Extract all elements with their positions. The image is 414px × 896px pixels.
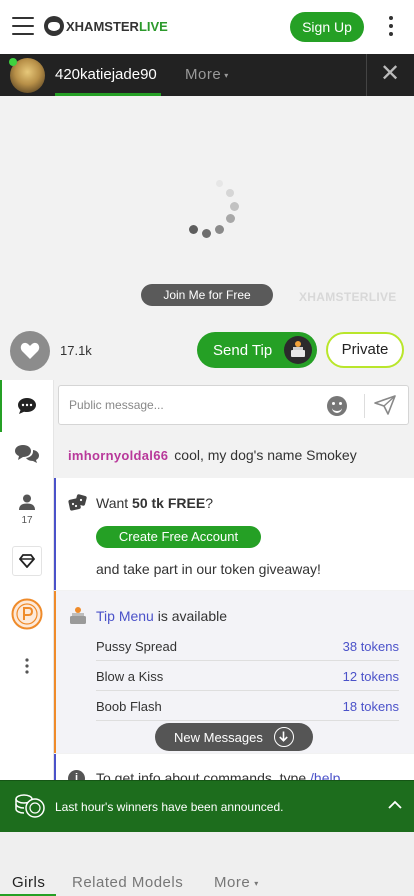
message-placeholder: Public message... bbox=[69, 398, 164, 412]
active-indicator bbox=[0, 380, 2, 432]
model-username[interactable]: 420katiejade90 bbox=[55, 66, 157, 83]
divider bbox=[364, 394, 365, 418]
winners-banner[interactable]: Last hour's winners have been announced. bbox=[0, 780, 414, 832]
help-command-link[interactable]: /help bbox=[310, 770, 340, 780]
chat-bubbles-icon bbox=[15, 445, 39, 463]
join-free-button[interactable]: Join Me for Free bbox=[141, 284, 273, 306]
tip-menu-row[interactable]: Blow a Kiss 12 tokens bbox=[96, 661, 399, 691]
chat-sidebar: 17 bbox=[0, 380, 54, 780]
loading-spinner-dot bbox=[226, 214, 235, 223]
loading-spinner-dot bbox=[216, 180, 223, 187]
sidebar-more-icon[interactable] bbox=[0, 658, 54, 676]
public-message-input[interactable]: Public message... bbox=[58, 385, 409, 425]
tip-jar-icon bbox=[70, 607, 86, 624]
hamster-logo-icon bbox=[44, 16, 64, 36]
arrow-down-icon bbox=[274, 727, 294, 747]
sidebar-item-private-chat[interactable] bbox=[0, 444, 54, 476]
caret-down-icon: ▾ bbox=[224, 70, 229, 80]
chat-bubble-icon bbox=[18, 398, 36, 414]
model-more-dropdown[interactable]: More ▾ bbox=[185, 66, 229, 83]
help-info-card: i To get info about commands, type /help bbox=[54, 754, 414, 780]
action-row: 17.1k Send Tip Private bbox=[0, 320, 414, 380]
user-icon bbox=[19, 494, 35, 510]
loading-spinner-dot bbox=[226, 189, 234, 197]
new-messages-button[interactable]: New Messages bbox=[155, 723, 313, 751]
users-count: 17 bbox=[21, 515, 33, 526]
promo-subtitle: and take part in our token giveaway! bbox=[96, 561, 321, 577]
hamburger-menu-icon[interactable] bbox=[12, 17, 34, 35]
sidebar-item-diamond[interactable] bbox=[0, 546, 54, 578]
loading-spinner-dot bbox=[189, 225, 198, 234]
loading-spinner-dot bbox=[202, 229, 211, 238]
divider bbox=[366, 54, 367, 96]
winners-text: Last hour's winners have been announced. bbox=[55, 800, 284, 814]
new-messages-label: New Messages bbox=[174, 730, 263, 745]
chat-message: imhornyoldal66 cool, my dog's name Smokey bbox=[68, 447, 357, 463]
video-watermark: XHAMSTERLIVE bbox=[299, 290, 397, 304]
tip-item-price: 12 tokens bbox=[342, 669, 399, 684]
tab-related-models[interactable]: Related Models bbox=[72, 874, 183, 891]
sidebar-item-tokens[interactable] bbox=[0, 598, 54, 630]
sidebar-item-public-chat[interactable] bbox=[0, 380, 54, 432]
coins-icon bbox=[15, 794, 45, 818]
tip-item-name: Pussy Spread bbox=[96, 639, 177, 654]
send-tip-button[interactable]: Send Tip bbox=[197, 332, 317, 368]
tip-item-name: Boob Flash bbox=[96, 699, 162, 714]
chat-text: cool, my dog's name Smokey bbox=[174, 447, 357, 463]
logo-text: XHAMSTERLIVE bbox=[66, 18, 168, 34]
send-icon[interactable] bbox=[374, 395, 396, 415]
help-info-text: To get info about commands, type /help bbox=[96, 770, 340, 780]
online-status-icon bbox=[9, 58, 17, 66]
top-header: XHAMSTERLIVE Sign Up bbox=[0, 0, 414, 54]
info-icon: i bbox=[68, 770, 85, 780]
chat-panel: Public message... imhornyoldal66 cool, my… bbox=[54, 380, 414, 780]
likes-count: 17.1k bbox=[60, 343, 92, 358]
private-show-button[interactable]: Private bbox=[326, 332, 404, 368]
tip-item-name: Blow a Kiss bbox=[96, 669, 164, 684]
tab-girls[interactable]: Girls bbox=[12, 874, 45, 891]
emoji-icon[interactable] bbox=[327, 396, 347, 416]
diamond-icon bbox=[18, 554, 36, 569]
video-player[interactable]: Join Me for Free XHAMSTERLIVE bbox=[0, 96, 414, 320]
promo-title: Want 50 tk FREE? bbox=[96, 495, 213, 511]
favorite-button[interactable] bbox=[10, 331, 50, 371]
heart-icon bbox=[20, 342, 40, 359]
free-tokens-promo: Want 50 tk FREE? Create Free Account and… bbox=[54, 478, 414, 590]
tab-more[interactable]: More ▾ bbox=[214, 874, 259, 891]
tip-jar-icon bbox=[284, 336, 312, 364]
dice-icon bbox=[68, 494, 87, 511]
send-tip-label: Send Tip bbox=[213, 342, 273, 359]
chat-username[interactable]: imhornyoldal66 bbox=[68, 448, 168, 463]
tip-item-price: 38 tokens bbox=[342, 639, 399, 654]
close-icon[interactable]: ✕ bbox=[379, 62, 401, 86]
model-bar: 420katiejade90 More ▾ ✕ bbox=[0, 54, 414, 96]
chevron-up-icon[interactable] bbox=[388, 800, 402, 810]
sidebar-item-users[interactable]: 17 bbox=[0, 494, 54, 530]
create-free-account-button[interactable]: Create Free Account bbox=[96, 526, 261, 548]
caret-down-icon: ▾ bbox=[254, 878, 259, 888]
tip-menu-row[interactable]: Pussy Spread 38 tokens bbox=[96, 631, 399, 661]
token-p-icon bbox=[11, 598, 43, 630]
site-logo[interactable]: XHAMSTERLIVE bbox=[44, 15, 168, 37]
bottom-tabs: Girls Related Models More ▾ bbox=[0, 832, 414, 896]
tip-menu-row[interactable]: Boob Flash 18 tokens bbox=[96, 691, 399, 721]
more-options-icon[interactable] bbox=[386, 16, 396, 38]
loading-spinner-dot bbox=[230, 202, 239, 211]
tip-menu-link[interactable]: Tip Menu bbox=[96, 608, 154, 624]
loading-spinner-dot bbox=[215, 225, 224, 234]
tip-menu-title: Tip Menu is available bbox=[96, 608, 227, 624]
sign-up-button[interactable]: Sign Up bbox=[290, 12, 364, 42]
tip-item-price: 18 tokens bbox=[342, 699, 399, 714]
